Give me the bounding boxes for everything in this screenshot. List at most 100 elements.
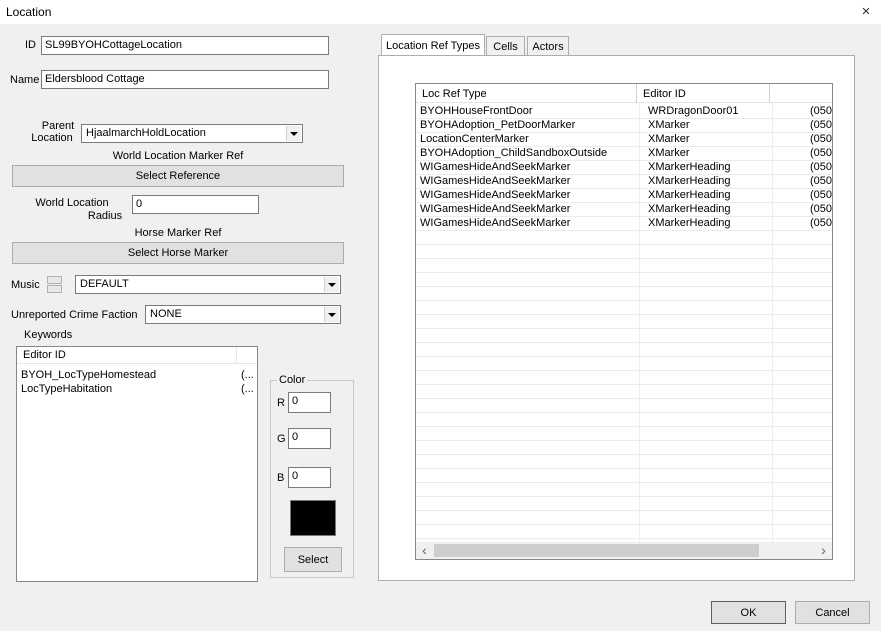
grid-line (416, 342, 832, 343)
crime-faction-value: NONE (150, 308, 182, 320)
scrollbar-thumb[interactable] (434, 544, 759, 557)
keywords-label: Keywords (24, 329, 73, 341)
ok-button[interactable]: OK (711, 601, 786, 624)
grid-line (416, 370, 832, 371)
loc-ref-header: Loc Ref Type Editor ID (416, 84, 832, 103)
cell-editor-id: XMarkerHeading (648, 217, 731, 229)
id-input[interactable]: SL99BYOHCottageLocation (41, 36, 329, 55)
cell-form-id: (050E (810, 161, 833, 173)
list-item[interactable]: LocTypeHabitation (... (17, 382, 257, 396)
cell-type: BYOHAdoption_PetDoorMarker (420, 119, 576, 131)
scroll-left-icon[interactable]: ‹ (416, 542, 433, 559)
cell-type: WIGamesHideAndSeekMarker (420, 189, 571, 201)
id-label: ID (25, 39, 36, 51)
cell-type: BYOHHouseFrontDoor (420, 105, 533, 117)
close-icon[interactable]: × (856, 2, 876, 22)
keywords-header-editor-id[interactable]: Editor ID (17, 347, 237, 364)
window-title: Location (6, 5, 52, 19)
cell-form-id: (050E (810, 119, 833, 131)
cell-editor-id: XMarkerHeading (648, 161, 731, 173)
music-select[interactable]: DEFAULT (75, 275, 341, 294)
table-row[interactable]: WIGamesHideAndSeekMarker XMarkerHeading (0… (416, 188, 833, 202)
cell-form-id: (050E (810, 147, 833, 159)
keyword-extra: (... (241, 369, 254, 381)
header-editor-id[interactable]: Editor ID (637, 84, 770, 103)
select-reference-button[interactable]: Select Reference (12, 165, 344, 187)
keyword-extra: (... (241, 383, 254, 395)
cancel-button[interactable]: Cancel (795, 601, 870, 624)
grid-line (416, 468, 832, 469)
tab-actors[interactable]: Actors (527, 36, 569, 56)
table-row[interactable]: WIGamesHideAndSeekMarker XMarkerHeading (0… (416, 174, 833, 188)
cell-form-id: (050E (810, 175, 833, 187)
tab-cells[interactable]: Cells (486, 36, 525, 56)
cell-type: WIGamesHideAndSeekMarker (420, 217, 571, 229)
chevron-down-icon[interactable] (286, 126, 301, 141)
loc-ref-list[interactable]: Loc Ref Type Editor ID BYOHHouseFrontDoo… (415, 83, 833, 560)
grid-line (416, 524, 832, 525)
table-row[interactable]: LocationCenterMarker XMarker (050E (416, 132, 833, 146)
radius-input[interactable]: 0 (132, 195, 259, 214)
cell-editor-id: WRDragonDoor01 (648, 105, 739, 117)
cell-type: LocationCenterMarker (420, 133, 529, 145)
cell-form-id: (050A (810, 105, 833, 117)
table-row[interactable]: WIGamesHideAndSeekMarker XMarkerHeading (0… (416, 216, 833, 230)
table-row[interactable]: WIGamesHideAndSeekMarker XMarkerHeading (0… (416, 160, 833, 174)
color-swatch (290, 500, 336, 536)
grid-line (416, 300, 832, 301)
keyword-id: LocTypeHabitation (21, 383, 113, 395)
table-row[interactable]: WIGamesHideAndSeekMarker XMarkerHeading (0… (416, 202, 832, 216)
name-input[interactable]: Eldersblood Cottage (41, 70, 329, 89)
grid-line (416, 426, 832, 427)
radius-label-1: World Location (35, 197, 109, 209)
music-label: Music (11, 279, 40, 291)
header-form-id[interactable] (770, 84, 832, 103)
keyword-id: BYOH_LocTypeHomestead (21, 369, 157, 381)
grid-line (416, 328, 832, 329)
cell-form-id: (050E (810, 217, 833, 229)
grid-line (416, 314, 832, 315)
spin-up-icon[interactable] (47, 276, 62, 284)
green-input[interactable]: 0 (288, 428, 331, 449)
tab-location-ref-types[interactable]: Location Ref Types (381, 34, 485, 56)
grid-line (416, 440, 832, 441)
grid-line (416, 482, 832, 483)
blue-input[interactable]: 0 (288, 467, 331, 488)
radius-label-2: Radius (87, 210, 123, 222)
select-color-button[interactable]: Select (284, 547, 342, 572)
table-row[interactable]: BYOHAdoption_PetDoorMarker XMarker (050E (416, 118, 833, 132)
table-row[interactable]: BYOHHouseFrontDoor WRDragonDoor01 (050A (416, 104, 833, 118)
horizontal-scrollbar[interactable]: ‹ › (416, 542, 832, 559)
cell-form-id: (050E (810, 189, 833, 201)
header-loc-ref-type[interactable]: Loc Ref Type (416, 84, 637, 103)
spin-down-icon[interactable] (47, 285, 62, 293)
grid-line (416, 286, 832, 287)
parent-location-select[interactable]: HjaalmarchHoldLocation (81, 124, 303, 143)
cell-type: WIGamesHideAndSeekMarker (420, 175, 571, 187)
crime-faction-select[interactable]: NONE (145, 305, 341, 324)
chevron-down-icon[interactable] (324, 307, 339, 322)
color-group-title: Color (277, 374, 308, 386)
red-input[interactable]: 0 (288, 392, 331, 413)
grid-line (416, 454, 832, 455)
cell-form-id: (050E (810, 133, 833, 145)
grid-line (416, 272, 832, 273)
grid-line (416, 230, 832, 231)
list-item[interactable]: BYOH_LocTypeHomestead (... (17, 368, 257, 382)
keywords-header-extra[interactable] (237, 347, 257, 364)
grid-line (416, 510, 832, 511)
scroll-right-icon[interactable]: › (815, 542, 832, 559)
select-horse-marker-button[interactable]: Select Horse Marker (12, 242, 344, 264)
parent-location-value: HjaalmarchHoldLocation (86, 127, 206, 139)
keywords-list[interactable]: Editor ID BYOH_LocTypeHomestead (... Loc… (16, 346, 258, 582)
grid-line (416, 384, 832, 385)
chevron-down-icon[interactable] (324, 277, 339, 292)
grid-line (416, 398, 832, 399)
grid-line (416, 538, 832, 539)
cell-editor-id: XMarker (648, 119, 690, 131)
music-spinner[interactable] (47, 276, 62, 293)
title-bar (0, 0, 881, 24)
blue-label: B (277, 472, 285, 484)
green-label: G (277, 433, 286, 445)
table-row[interactable]: BYOHAdoption_ChildSandboxOutside XMarker (… (416, 146, 833, 160)
